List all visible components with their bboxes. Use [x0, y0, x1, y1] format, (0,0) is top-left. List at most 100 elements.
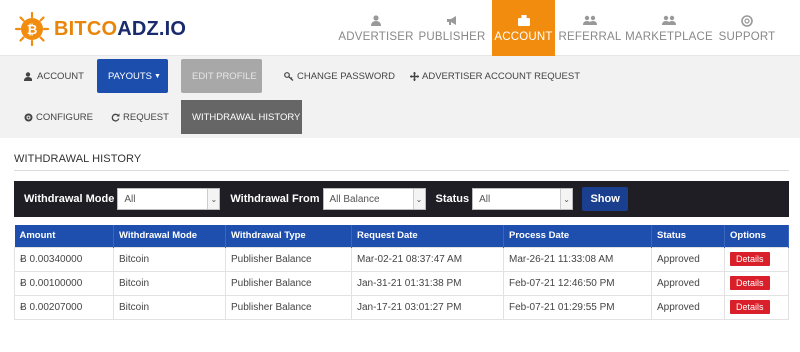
- chevron-down-icon: ⌄: [207, 189, 220, 209]
- arrows-icon: [410, 71, 419, 81]
- cell-options: Details: [724, 246, 789, 272]
- subnav-payouts[interactable]: PAYOUTS ▼: [97, 59, 168, 93]
- subnav-withdrawal-history[interactable]: WITHDRAWAL HISTORY: [181, 100, 302, 134]
- cell-mode: Bitcoin: [113, 294, 226, 320]
- col-type: Withdrawal Type: [225, 225, 352, 247]
- chevron-down-icon: ⌄: [560, 189, 573, 209]
- nav-support[interactable]: SUPPORT: [713, 0, 781, 56]
- subnav-account-label: ACCOUNT: [37, 70, 84, 82]
- brand-part1: BITCO: [54, 17, 118, 40]
- cell-mode: Bitcoin: [113, 270, 226, 296]
- title-divider: [14, 170, 789, 171]
- filter-bar: Withdrawal Mode All ⌄ Withdrawal From Al…: [14, 181, 789, 217]
- cell-type: Publisher Balance: [225, 246, 352, 272]
- nav-advertiser[interactable]: ADVERTISER: [338, 0, 413, 56]
- withdrawal-history-table: Amount Withdrawal Mode Withdrawal Type R…: [14, 225, 789, 320]
- key-icon: [284, 71, 294, 81]
- subnav-advertiser-request-label: ADVERTISER ACCOUNT REQUEST: [422, 70, 581, 82]
- svg-text:₿: ₿: [27, 22, 38, 37]
- cell-process-date: Mar-26-21 11:33:08 AM: [503, 246, 652, 272]
- cell-process-date: Feb-07-21 12:46:50 PM: [503, 270, 652, 296]
- top-header: ₿ BITCOADZ.IO ADVERTISER PUBLISHER ACCOU…: [0, 0, 800, 56]
- gear-icon: [24, 113, 33, 121]
- cell-request-date: Mar-02-21 08:37:47 AM: [351, 246, 504, 272]
- cell-amount: Ƀ 0.00207000: [14, 294, 114, 320]
- table-row: Ƀ 0.00340000 Bitcoin Publisher Balance M…: [14, 246, 789, 272]
- subnav-request-label: REQUEST: [123, 111, 169, 123]
- col-status: Status: [651, 225, 725, 247]
- table-header-row: Amount Withdrawal Mode Withdrawal Type R…: [14, 225, 789, 247]
- cell-options: Details: [724, 270, 789, 296]
- details-button[interactable]: Details: [730, 300, 770, 314]
- cell-request-date: Jan-17-21 03:01:27 PM: [351, 294, 504, 320]
- subnav-change-password-label: CHANGE PASSWORD: [297, 70, 396, 82]
- table-row: Ƀ 0.00207000 Bitcoin Publisher Balance J…: [14, 294, 789, 320]
- subnav-account[interactable]: ACCOUNT: [16, 59, 92, 93]
- col-request-date: Request Date: [351, 225, 504, 247]
- nav-marketplace[interactable]: MARKETPLACE: [625, 0, 713, 56]
- subnav-configure[interactable]: CONFIGURE: [16, 100, 101, 134]
- subnav-advertiser-request[interactable]: ADVERTISER ACCOUNT REQUEST: [402, 59, 588, 93]
- col-amount: Amount: [14, 225, 114, 247]
- nav-referral-label: REFERRAL: [558, 30, 622, 43]
- account-subnav: ACCOUNT PAYOUTS ▼ EDIT PROFILE CHANGE PA…: [0, 56, 800, 96]
- nav-publisher-label: PUBLISHER: [418, 30, 486, 43]
- bitcoin-logo-icon: ₿: [14, 11, 50, 47]
- subnav-request[interactable]: REQUEST: [103, 100, 177, 134]
- cell-type: Publisher Balance: [225, 270, 352, 296]
- withdrawal-mode-label: Withdrawal Mode: [24, 193, 115, 205]
- lifebuoy-icon: [741, 14, 753, 28]
- users-icon: [662, 14, 676, 28]
- cell-status: Approved: [651, 270, 725, 296]
- cell-mode: Bitcoin: [113, 246, 226, 272]
- col-mode: Withdrawal Mode: [113, 225, 226, 247]
- nav-referral[interactable]: REFERRAL: [555, 0, 625, 56]
- cell-amount: Ƀ 0.00340000: [14, 246, 114, 272]
- users-icon: [583, 14, 597, 28]
- cell-status: Approved: [651, 246, 725, 272]
- subnav-change-password[interactable]: CHANGE PASSWORD: [276, 59, 403, 93]
- nav-marketplace-label: MARKETPLACE: [625, 30, 713, 43]
- brand-name: BITCOADZ.IO: [54, 18, 186, 41]
- cell-options: Details: [724, 294, 789, 320]
- details-button[interactable]: Details: [730, 252, 770, 266]
- withdrawal-from-label: Withdrawal From: [230, 193, 320, 205]
- payouts-subnav: CONFIGURE REQUEST WITHDRAWAL HISTORY: [0, 96, 800, 138]
- nav-account[interactable]: ACCOUNT: [492, 0, 555, 56]
- withdrawal-mode-select[interactable]: All ⌄: [117, 188, 221, 210]
- subnav-configure-label: CONFIGURE: [36, 111, 93, 123]
- refresh-icon: [111, 113, 120, 122]
- nav-support-label: SUPPORT: [718, 30, 776, 43]
- brand-logo[interactable]: ₿ BITCOADZ.IO: [14, 10, 186, 48]
- user-gear-icon: [24, 71, 32, 81]
- details-button[interactable]: Details: [730, 276, 770, 290]
- subnav-withdrawal-history-label: WITHDRAWAL HISTORY: [192, 111, 301, 123]
- main-nav: ADVERTISER PUBLISHER ACCOUNT REFERRAL MA…: [338, 0, 781, 56]
- nav-account-label: ACCOUNT: [494, 30, 553, 43]
- col-options: Options: [724, 225, 789, 247]
- subnav-payouts-label: PAYOUTS: [108, 70, 152, 82]
- withdrawal-from-select[interactable]: All Balance ⌄: [322, 188, 426, 210]
- chevron-down-icon: ⌄: [412, 189, 425, 209]
- cell-type: Publisher Balance: [225, 294, 352, 320]
- status-label: Status: [435, 193, 470, 205]
- cell-amount: Ƀ 0.00100000: [14, 270, 114, 296]
- cell-status: Approved: [651, 294, 725, 320]
- subnav-edit-profile[interactable]: EDIT PROFILE: [181, 59, 262, 93]
- show-button[interactable]: Show: [582, 187, 629, 211]
- megaphone-icon: [446, 14, 458, 28]
- cell-process-date: Feb-07-21 01:29:55 PM: [503, 294, 652, 320]
- status-select[interactable]: All ⌄: [472, 188, 574, 210]
- withdrawal-mode-value: All: [124, 193, 136, 205]
- subnav-edit-profile-label: EDIT PROFILE: [192, 70, 257, 82]
- brand-part2: ADZ.IO: [117, 17, 187, 40]
- col-process-date: Process Date: [503, 225, 652, 247]
- briefcase-icon: [517, 14, 530, 28]
- caret-down-icon: ▼: [154, 72, 161, 80]
- table-row: Ƀ 0.00100000 Bitcoin Publisher Balance J…: [14, 270, 789, 296]
- user-icon: [371, 14, 381, 28]
- page-title: WITHDRAWAL HISTORY: [14, 153, 142, 165]
- cell-request-date: Jan-31-21 01:31:38 PM: [351, 270, 504, 296]
- nav-publisher[interactable]: PUBLISHER: [412, 0, 492, 56]
- status-value: All: [479, 193, 491, 205]
